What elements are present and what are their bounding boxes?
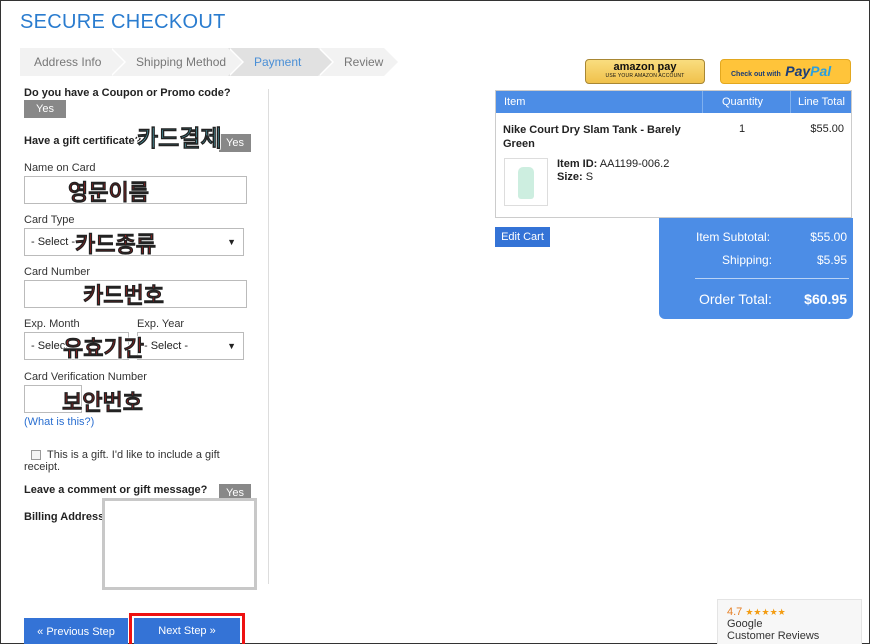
header-quantity: Quantity	[722, 96, 763, 108]
header-divider	[790, 91, 791, 113]
size-label: Size:	[557, 171, 583, 183]
next-step-button[interactable]: Next Step »	[134, 618, 240, 644]
order-total-value: $60.95	[804, 291, 847, 307]
totals-divider	[695, 278, 849, 279]
shipping-value: $5.95	[816, 253, 847, 267]
product-line-total: $55.00	[810, 123, 844, 135]
annotation-english-name: 영문이름	[68, 181, 150, 207]
google-reviews-badge[interactable]: 4.7 ★★★★★ Google Customer Reviews	[717, 599, 862, 644]
header-line-total: Line Total	[798, 96, 845, 108]
product-details: Item ID: AA1199-006.2 Size: S	[557, 158, 669, 184]
coupon-yes-button[interactable]: Yes	[24, 100, 66, 118]
size-value: S	[585, 171, 594, 183]
amazon-pay-button[interactable]: amazon pay USE YOUR AMAZON ACCOUNT	[585, 59, 705, 84]
chevron-down-icon: ▼	[227, 341, 236, 351]
paypal-logo-pay: Pay	[785, 63, 811, 79]
shipping-label: Shipping:	[722, 253, 773, 267]
annotation-security-code: 보안번호	[62, 391, 144, 417]
exp-year-label: Exp. Year	[137, 318, 185, 330]
gift-certificate-yes-button[interactable]: Yes	[219, 134, 251, 152]
rating-value: 4.7	[727, 606, 743, 618]
page-title: SECURE CHECKOUT	[20, 11, 226, 33]
billing-address-label: Billing Address	[24, 511, 105, 523]
exp-year-select[interactable]: - Select - ▼	[137, 332, 244, 360]
name-on-card-label: Name on Card	[24, 162, 96, 174]
amazon-pay-logo: amazon pay	[613, 61, 677, 73]
cart-header: Item Quantity Line Total	[496, 91, 851, 113]
product-quantity: 1	[739, 123, 746, 135]
annotation-card-payment: 카드결제	[137, 126, 222, 153]
card-type-label: Card Type	[24, 214, 75, 226]
order-totals: Item Subtotal: $55.00 Shipping: $5.95 Or…	[659, 218, 853, 319]
coupon-label: Do you have a Coupon or Promo code?	[24, 87, 231, 99]
annotation-card-number: 카드번호	[83, 284, 165, 310]
google-label: Google	[727, 618, 763, 630]
next-step-highlight: Next Step »	[129, 613, 245, 644]
customer-reviews-label: Customer Reviews	[727, 630, 820, 642]
billing-address-box[interactable]	[102, 498, 257, 590]
item-id-value: AA1199-006.2	[599, 158, 670, 170]
tank-top-image	[518, 167, 534, 199]
annotation-card-type: 카드종류	[75, 233, 157, 259]
paypal-button[interactable]: Check out with PayPal	[720, 59, 851, 84]
cart-table: Item Quantity Line Total Nike Court Dry …	[495, 90, 852, 218]
comment-label: Leave a comment or gift message?	[24, 484, 208, 496]
product-thumbnail[interactable]	[504, 158, 548, 206]
exp-month-label: Exp. Month	[24, 318, 80, 330]
subtotal-label: Item Subtotal:	[696, 230, 771, 244]
cvn-label: Card Verification Number	[24, 371, 147, 383]
divider	[268, 89, 269, 584]
previous-step-button[interactable]: « Previous Step	[24, 618, 128, 644]
card-number-label: Card Number	[24, 266, 91, 278]
star-rating-icon: ★★★★★	[745, 607, 786, 617]
paypal-logo-pal: Pal	[810, 63, 832, 79]
product-name[interactable]: Nike Court Dry Slam Tank - Barely Green	[503, 123, 703, 151]
exp-year-value: - Select -	[144, 340, 189, 352]
order-total-label: Order Total:	[699, 291, 772, 307]
subtotal-value: $55.00	[810, 230, 847, 244]
amazon-pay-subtext: USE YOUR AMAZON ACCOUNT	[605, 73, 685, 79]
header-item: Item	[504, 96, 526, 108]
card-type-value: - Select -	[31, 236, 76, 248]
item-id-label: Item ID:	[557, 158, 598, 170]
gift-certificate-label: Have a gift certificate?	[24, 135, 142, 147]
annotation-expiry: 유효기간	[63, 337, 145, 363]
chevron-down-icon: ▼	[227, 237, 236, 247]
step-shipping-method[interactable]: Shipping Method	[110, 48, 244, 76]
step-address-info[interactable]: Address Info	[20, 48, 126, 76]
what-is-this-link[interactable]: (What is this?)	[24, 416, 94, 428]
paypal-prefix: Check out with	[731, 71, 781, 78]
checkout-steps: Address Info Shipping Method Payment Rev…	[20, 48, 400, 76]
edit-cart-button[interactable]: Edit Cart	[495, 227, 550, 247]
gift-checkbox-label: This is a gift. I'd like to include a gi…	[24, 449, 220, 473]
header-divider	[702, 91, 703, 113]
